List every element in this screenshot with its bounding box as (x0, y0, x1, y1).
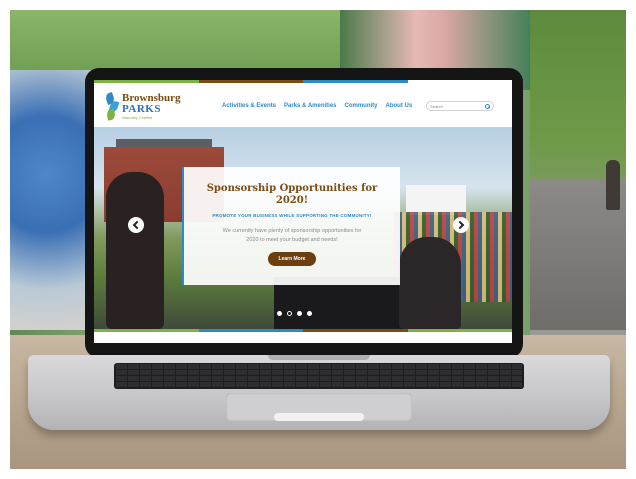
chevron-left-icon (132, 220, 142, 230)
slider-dot-2[interactable] (287, 311, 292, 316)
chevron-right-icon (455, 220, 465, 230)
slider-next-button[interactable] (453, 217, 469, 233)
learn-more-button[interactable]: Learn More (267, 252, 317, 267)
laptop-keyboard (114, 363, 524, 389)
search-input[interactable]: Search (426, 101, 495, 111)
logo-tagline: Naturally Crafted (122, 114, 153, 120)
nav-item-community[interactable]: Community (345, 103, 378, 109)
site-header: Brownsburg PARKS Naturally Crafted Activ… (94, 85, 512, 127)
leaf-logo-icon (104, 91, 120, 121)
nav-item-parks-amenities[interactable]: Parks & Amenities (284, 103, 336, 109)
laptop-base (28, 355, 610, 430)
logo-line-2: PARKS (122, 102, 161, 115)
laptop-hinge (268, 355, 370, 360)
hero-pianist (399, 237, 461, 329)
site-footer-area (94, 332, 512, 343)
hero-subtitle: PROMOTE YOUR BUSINESS WHILE SUPPORTING T… (212, 213, 372, 218)
site-logo[interactable]: Brownsburg PARKS Naturally Crafted (104, 91, 202, 121)
background-walker (606, 160, 620, 210)
hero-slider: Sponsorship Opportunities for 2020! PROM… (94, 127, 512, 329)
logo-line-1: Brownsburg (122, 91, 181, 104)
slider-prev-button[interactable] (128, 217, 144, 233)
hero-text: We currently have plenty of sponsorship … (222, 227, 362, 243)
slider-dot-4[interactable] (307, 311, 312, 316)
nav-item-about-us[interactable]: About Us (386, 103, 413, 109)
search-placeholder: Search (430, 103, 443, 109)
search-icon[interactable] (485, 103, 491, 109)
hero-tent (406, 185, 466, 215)
top-color-strip (94, 80, 512, 83)
hero-card: Sponsorship Opportunities for 2020! PROM… (182, 167, 400, 285)
laptop-front-notch (274, 413, 364, 421)
main-nav: Activities & Events Parks & Amenities Co… (222, 103, 412, 109)
slider-dots (277, 311, 312, 316)
nav-item-activities-events[interactable]: Activities & Events (222, 103, 276, 109)
slider-dot-1[interactable] (277, 311, 282, 316)
website-viewport: Brownsburg PARKS Naturally Crafted Activ… (94, 80, 512, 343)
logo-text: Brownsburg PARKS Naturally Crafted (122, 91, 181, 120)
hero-title: Sponsorship Opportunities for 2020! (206, 183, 378, 206)
slider-dot-3[interactable] (297, 311, 302, 316)
hero-singer (106, 172, 164, 329)
